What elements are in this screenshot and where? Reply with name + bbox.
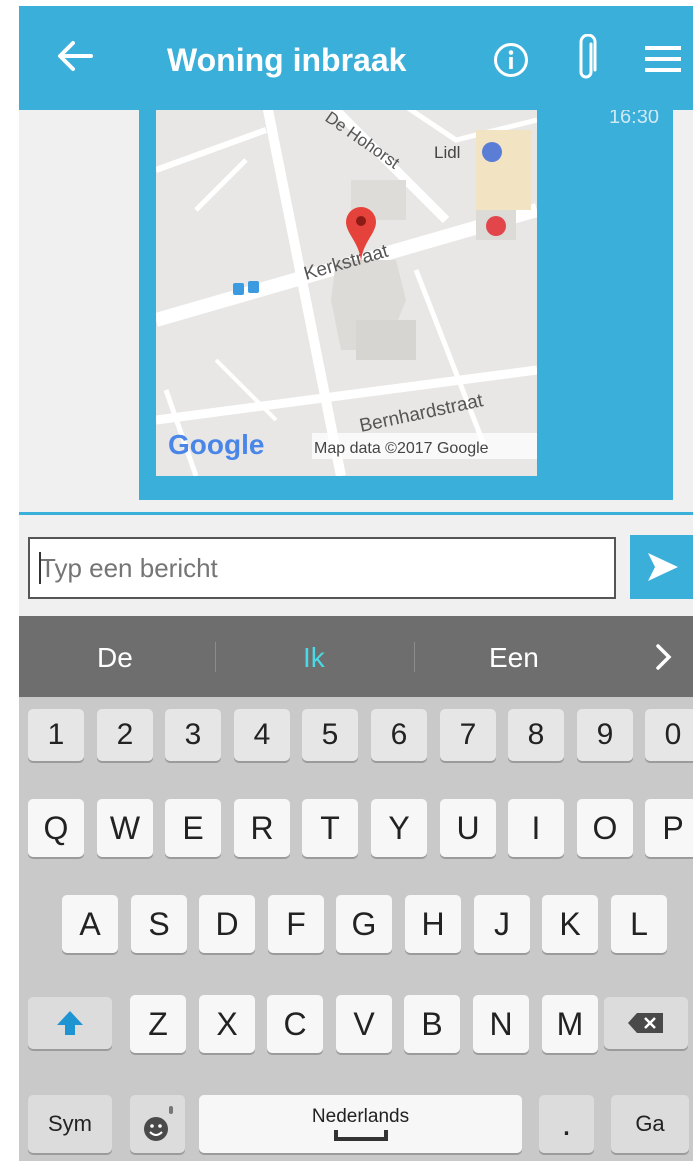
soft-keyboard: 1234567890 QWERTYUIOP ASDFGHJKL ZXCVBNM Sym	[19, 697, 693, 1161]
key-r[interactable]: R	[234, 799, 290, 857]
key-d[interactable]: D	[199, 895, 255, 953]
space-key-label: Nederlands	[311, 1106, 410, 1127]
key-5[interactable]: 5	[302, 709, 358, 761]
spacebar-icon	[333, 1130, 388, 1141]
key-y[interactable]: Y	[371, 799, 427, 857]
key-0[interactable]: 0	[645, 709, 693, 761]
message-bubble[interactable]: 16:30 De Hohorst Lidl Kerkstraat Bernhar…	[139, 110, 673, 500]
key-s[interactable]: S	[131, 895, 187, 953]
key-x[interactable]: X	[199, 995, 255, 1053]
key-b[interactable]: B	[404, 995, 460, 1053]
send-button[interactable]	[630, 535, 693, 599]
chevron-right-icon[interactable]	[653, 642, 675, 672]
key-f[interactable]: F	[268, 895, 324, 953]
suggestion-3[interactable]: Een	[489, 642, 539, 674]
menu-icon[interactable]	[645, 44, 681, 74]
key-c[interactable]: C	[267, 995, 323, 1053]
page-title: Woning inbraak	[167, 42, 407, 78]
map-image: De Hohorst Lidl Kerkstraat Bernhardstraa…	[156, 110, 537, 476]
emoji-icon	[143, 1106, 173, 1141]
key-e[interactable]: E	[165, 799, 221, 857]
key-p[interactable]: P	[645, 799, 693, 857]
keyboard-suggestion-bar: De Ik Een	[19, 616, 693, 697]
key-l[interactable]: L	[611, 895, 667, 953]
sym-key[interactable]: Sym	[28, 1095, 112, 1153]
key-n[interactable]: N	[473, 995, 529, 1053]
shift-key[interactable]	[28, 997, 112, 1049]
key-u[interactable]: U	[440, 799, 496, 857]
key-w[interactable]: W	[97, 799, 153, 857]
backspace-icon	[628, 1013, 663, 1033]
key-3[interactable]: 3	[165, 709, 221, 761]
send-icon	[648, 553, 678, 581]
key-z[interactable]: Z	[130, 995, 186, 1053]
map-label-lidl: Lidl	[434, 143, 460, 162]
suggestion-1[interactable]: De	[97, 642, 133, 674]
key-j[interactable]: J	[474, 895, 530, 953]
message-list[interactable]: 16:30 De Hohorst Lidl Kerkstraat Bernhar…	[19, 110, 693, 512]
backspace-key[interactable]	[604, 997, 688, 1049]
map-attribution: Map data ©2017 Google	[314, 440, 489, 457]
key-m[interactable]: M	[542, 995, 598, 1053]
google-logo: Google	[168, 429, 264, 460]
composer	[19, 515, 693, 616]
chat-app: Woning inbraak 16:30 De Hohorst Lidl Ker…	[19, 6, 693, 1161]
info-icon[interactable]	[493, 42, 529, 78]
key-4[interactable]: 4	[234, 709, 290, 761]
message-input[interactable]	[28, 537, 616, 599]
text-cursor	[39, 552, 41, 584]
period-key[interactable]: .	[539, 1095, 594, 1153]
key-o[interactable]: O	[577, 799, 633, 857]
space-key[interactable]: Nederlands	[199, 1095, 522, 1153]
key-v[interactable]: V	[336, 995, 392, 1053]
key-g[interactable]: G	[336, 895, 392, 953]
key-8[interactable]: 8	[508, 709, 564, 761]
paperclip-icon[interactable]	[573, 34, 599, 84]
back-arrow-icon[interactable]	[53, 34, 97, 78]
top-app-bar: Woning inbraak	[19, 6, 693, 110]
key-7[interactable]: 7	[440, 709, 496, 761]
key-6[interactable]: 6	[371, 709, 427, 761]
suggestion-2[interactable]: Ik	[303, 642, 325, 674]
key-2[interactable]: 2	[97, 709, 153, 761]
map-preview[interactable]: De Hohorst Lidl Kerkstraat Bernhardstraa…	[156, 110, 537, 476]
shift-icon	[57, 1011, 83, 1035]
key-k[interactable]: K	[542, 895, 598, 953]
emoji-key[interactable]	[130, 1095, 185, 1153]
key-h[interactable]: H	[405, 895, 461, 953]
key-a[interactable]: A	[62, 895, 118, 953]
message-time: 16:30	[608, 110, 659, 128]
key-i[interactable]: I	[508, 799, 564, 857]
key-t[interactable]: T	[302, 799, 358, 857]
key-1[interactable]: 1	[28, 709, 84, 761]
key-q[interactable]: Q	[28, 799, 84, 857]
suggestion-divider	[414, 642, 415, 672]
key-9[interactable]: 9	[577, 709, 633, 761]
go-key[interactable]: Ga	[611, 1095, 689, 1153]
suggestion-divider	[215, 642, 216, 672]
